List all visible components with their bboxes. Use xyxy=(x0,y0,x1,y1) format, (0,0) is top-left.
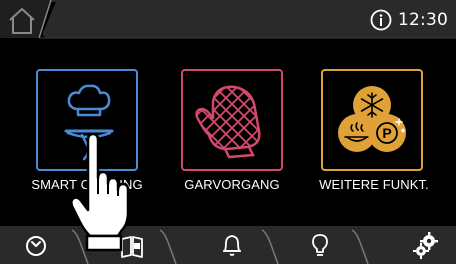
top-status-bar: 12:30 xyxy=(0,0,456,40)
tile-label-weitere-funktionen: WEITERE FUNKT. xyxy=(319,177,429,192)
info-icon[interactable] xyxy=(370,9,392,31)
clock-time[interactable]: 12:30 xyxy=(398,10,448,30)
pyrolysis-p-glyph: P xyxy=(382,125,391,141)
status-area: 12:30 xyxy=(370,9,448,31)
special-functions-icon: P xyxy=(338,86,406,152)
settings-gears-icon[interactable] xyxy=(412,231,440,259)
alarm-bell-icon[interactable] xyxy=(218,231,246,259)
tile-garvorgang[interactable] xyxy=(181,69,283,171)
oven-mitt-icon xyxy=(195,85,261,159)
tile-label-garvorgang: GARVORGANG xyxy=(184,177,280,192)
home-icon xyxy=(9,8,35,34)
tile-weitere-funktionen[interactable]: P xyxy=(321,69,423,171)
light-bulb-icon[interactable] xyxy=(306,231,334,259)
hand-pointer-icon xyxy=(70,132,130,252)
home-button[interactable] xyxy=(2,2,48,38)
timer-icon[interactable] xyxy=(22,231,50,259)
oven-display-screen: 12:30 SMART COOKING xyxy=(0,0,456,264)
